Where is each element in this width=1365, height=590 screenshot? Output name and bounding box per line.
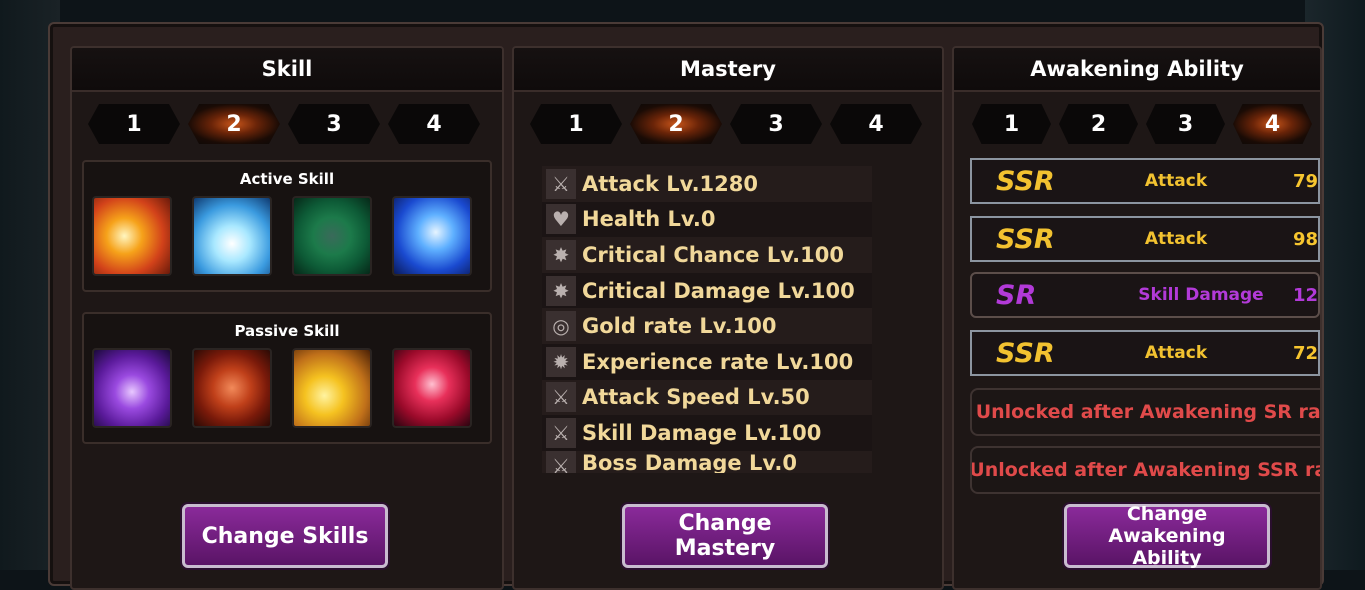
purple-portal-skill-icon[interactable]: [92, 348, 172, 428]
awakening-panel-title: Awakening Ability: [954, 48, 1320, 92]
passive-skill-label: Passive Skill: [234, 322, 340, 340]
mastery-row: ✸ Critical Chance Lv.100: [542, 237, 872, 273]
grade-label: SSR: [996, 337, 1055, 369]
mastery-panel-title: Mastery: [514, 48, 942, 92]
mastery-row: ⚔ Attack Lv.1280: [542, 166, 872, 202]
burst-icon: ✸: [546, 239, 576, 270]
skill-tab-3[interactable]: 3: [288, 104, 380, 144]
grade-label: SSR: [996, 165, 1055, 197]
awakening-tabs: 1 2 3 4: [954, 92, 1320, 144]
stat-label: Attack: [1144, 229, 1208, 249]
mastery-row: ◎ Gold rate Lv.100: [542, 308, 872, 344]
skill-tab-4[interactable]: 4: [388, 104, 480, 144]
awakening-tab-1[interactable]: 1: [972, 104, 1051, 144]
mastery-row: ⚔ Attack Speed Lv.50: [542, 379, 872, 416]
change-mastery-button[interactable]: Change Mastery: [622, 504, 828, 568]
mastery-list: ⚔ Attack Lv.1280 ♥ Health Lv.0 ✸ Critical C…: [542, 166, 872, 473]
mastery-row: ✸ Critical Damage Lv.100: [542, 272, 872, 309]
mastery-tab-1[interactable]: 1: [530, 104, 622, 144]
locked-slot-ssr: Unlocked after Awakening SSR ran: [970, 446, 1320, 494]
skill-tab-2[interactable]: 2: [188, 104, 280, 144]
stat-value: 12: [1292, 284, 1318, 306]
mastery-tab-2[interactable]: 2: [630, 104, 722, 144]
fire-skull-skill-icon[interactable]: [192, 348, 272, 428]
stat-label: Skill Damage: [1138, 285, 1264, 305]
active-skill-box: Active Skill: [82, 160, 492, 292]
stat-label: Attack: [1144, 343, 1208, 363]
awakening-row[interactable]: SSR Attack 79: [970, 158, 1320, 204]
stat-value: 72: [1292, 342, 1318, 364]
change-skills-button[interactable]: Change Skills: [182, 504, 388, 568]
mastery-row: ⚔ Boss Damage Lv.0: [542, 450, 872, 473]
skill-tabs: 1 2 3 4: [72, 92, 502, 144]
mastery-tabs: 1 2 3 4: [514, 92, 942, 144]
awakening-panel: Awakening Ability 1 2 3 4 SSR Attack 79 …: [952, 46, 1322, 590]
mastery-tab-4[interactable]: 4: [830, 104, 922, 144]
crossed-swords-icon: ⚔: [546, 450, 576, 473]
stat-value: 98: [1292, 228, 1318, 250]
awakening-row[interactable]: SSR Attack 98: [970, 216, 1320, 262]
burst-icon: ✸: [546, 275, 576, 306]
mastery-row: ✹ Experience rate Lv.100: [542, 343, 872, 380]
green-hand-skill-icon[interactable]: [292, 196, 372, 276]
crossed-swords-icon: ⚔: [546, 417, 576, 448]
mastery-row: ♥ Health Lv.0: [542, 201, 872, 238]
character-info-window: Skill 1 2 3 4 Active Skill Passive Skill: [48, 22, 1324, 590]
awakening-row[interactable]: SSR Attack 72: [970, 330, 1320, 376]
awakening-row[interactable]: SR Skill Damage 12: [970, 272, 1320, 318]
mastery-tab-3[interactable]: 3: [730, 104, 822, 144]
crossed-swords-icon: ⚔: [546, 168, 576, 199]
grade-label: SR: [996, 279, 1037, 311]
red-claw-skill-icon[interactable]: [392, 348, 472, 428]
mastery-panel: Mastery 1 2 3 4 ⚔ Attack Lv.1280 ♥ Health …: [512, 46, 944, 590]
dash-skill-icon[interactable]: [92, 196, 172, 276]
skill-tab-1[interactable]: 1: [88, 104, 180, 144]
change-awakening-button[interactable]: Change Awakening Ability: [1064, 503, 1270, 569]
change-awakening-label-line1: Change Awakening: [1108, 503, 1226, 547]
stat-label: Attack: [1144, 171, 1208, 191]
crossed-swords-icon: ⚔: [546, 382, 576, 413]
heart-icon: ♥: [546, 204, 576, 235]
ice-spike-skill-icon[interactable]: [192, 196, 272, 276]
golden-fist-skill-icon[interactable]: [292, 348, 372, 428]
awakening-tab-4[interactable]: 4: [1233, 104, 1312, 144]
mastery-row: ⚔ Skill Damage Lv.100: [542, 415, 872, 451]
grade-label: SSR: [996, 223, 1055, 255]
awakening-tab-2[interactable]: 2: [1059, 104, 1138, 144]
skill-panel-title: Skill: [72, 48, 502, 92]
gear-icon: ✹: [546, 346, 576, 377]
change-awakening-label-line2: Ability: [1132, 547, 1202, 569]
awakening-tab-3[interactable]: 3: [1146, 104, 1225, 144]
skill-panel: Skill 1 2 3 4 Active Skill Passive Skill: [70, 46, 504, 590]
passive-skill-box: Passive Skill: [82, 312, 492, 444]
locked-slot-sr: Unlocked after Awakening SR ran: [970, 388, 1320, 436]
ice-shard-skill-icon[interactable]: [392, 196, 472, 276]
active-skill-label: Active Skill: [239, 170, 335, 188]
coin-icon: ◎: [546, 311, 576, 342]
stat-value: 79: [1292, 170, 1318, 192]
